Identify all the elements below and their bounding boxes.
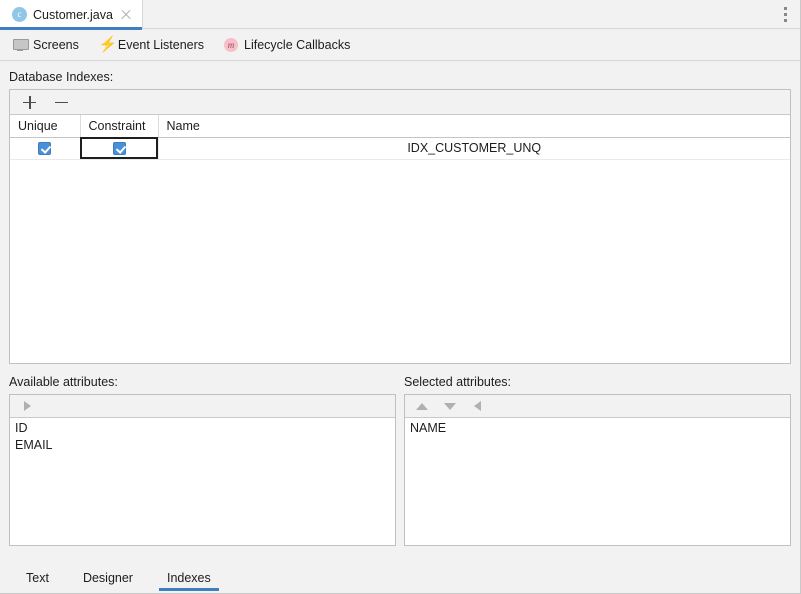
selected-attributes-toolbar bbox=[405, 395, 790, 418]
database-indexes-label: Database Indexes: bbox=[9, 70, 114, 84]
table-row[interactable]: IDX_CUSTOMER_UNQ bbox=[10, 137, 790, 160]
toolbar-item-lifecycle-callbacks-label: Lifecycle Callbacks bbox=[244, 37, 351, 52]
arrow-left-icon[interactable] bbox=[471, 399, 485, 413]
editor-window: c Customer.java Screens ⚡ Event Listener… bbox=[0, 0, 801, 594]
arrow-up-icon[interactable] bbox=[415, 399, 429, 413]
selected-attributes-label: Selected attributes: bbox=[404, 375, 512, 389]
minus-icon[interactable] bbox=[53, 93, 71, 111]
list-item[interactable]: EMAIL bbox=[10, 437, 395, 454]
java-class-icon: c bbox=[12, 7, 27, 22]
available-attributes-column: Available attributes: ID EMAIL bbox=[9, 375, 396, 546]
table-header-row: Unique Constraint Name bbox=[10, 115, 790, 138]
database-indexes-panel: Unique Constraint Name IDX_CUSTOMER_UNQ bbox=[9, 89, 791, 364]
kebab-dot bbox=[783, 18, 787, 22]
indexes-table: Unique Constraint Name IDX_CUSTOMER_UNQ bbox=[10, 115, 790, 160]
column-header-constraint[interactable]: Constraint bbox=[80, 115, 159, 138]
available-attributes-toolbar bbox=[10, 395, 395, 418]
more-options-icon[interactable] bbox=[770, 0, 800, 28]
arrow-down-icon[interactable] bbox=[443, 399, 457, 413]
unique-checkbox[interactable] bbox=[38, 142, 52, 156]
tab-indexes[interactable]: Indexes bbox=[158, 571, 219, 593]
kebab-dot bbox=[783, 12, 787, 16]
list-item[interactable]: ID bbox=[10, 420, 395, 437]
tabstrip-spacer bbox=[143, 0, 770, 28]
editor-tab-customer-java[interactable]: c Customer.java bbox=[0, 0, 143, 30]
table-empty-area[interactable] bbox=[10, 159, 790, 363]
attributes-area: Available attributes: ID EMAIL Selected … bbox=[9, 375, 791, 546]
toolbar-item-screens[interactable]: Screens bbox=[13, 38, 79, 52]
cell-unique[interactable] bbox=[10, 137, 81, 160]
available-attributes-panel: ID EMAIL bbox=[9, 394, 396, 546]
cell-name[interactable]: IDX_CUSTOMER_UNQ bbox=[158, 137, 790, 160]
tab-text[interactable]: Text bbox=[22, 571, 53, 593]
selected-attributes-panel: NAME bbox=[404, 394, 791, 546]
editor-mode-tabs: Text Designer Indexes bbox=[0, 563, 800, 593]
arrow-right-icon[interactable] bbox=[20, 399, 34, 413]
indexes-editor-body: Database Indexes: Unique Constraint Name bbox=[0, 61, 800, 546]
entity-toolbar: Screens ⚡ Event Listeners m Lifecycle Ca… bbox=[0, 29, 800, 61]
column-header-unique[interactable]: Unique bbox=[10, 115, 81, 138]
selected-attributes-column: Selected attributes: NAME bbox=[404, 375, 791, 546]
toolbar-item-screens-label: Screens bbox=[33, 37, 79, 52]
plus-icon[interactable] bbox=[21, 93, 39, 111]
kebab-dot bbox=[783, 6, 787, 10]
list-item[interactable]: NAME bbox=[405, 420, 790, 437]
available-attributes-label: Available attributes: bbox=[9, 375, 118, 389]
cell-constraint[interactable] bbox=[80, 137, 159, 160]
toolbar-item-event-listeners-label: Event Listeners bbox=[117, 37, 205, 52]
tab-designer[interactable]: Designer bbox=[79, 571, 137, 593]
toolbar-item-event-listeners[interactable]: ⚡ Event Listeners bbox=[98, 35, 205, 53]
indexes-toolbar bbox=[10, 90, 790, 115]
close-icon[interactable] bbox=[119, 8, 133, 22]
lightning-bolt-icon: ⚡ bbox=[98, 35, 118, 53]
editor-tab-label: Customer.java bbox=[33, 7, 113, 22]
constraint-checkbox[interactable] bbox=[112, 142, 126, 156]
available-attributes-list[interactable]: ID EMAIL bbox=[10, 418, 395, 545]
column-header-name[interactable]: Name bbox=[158, 115, 790, 138]
method-circle-icon: m bbox=[224, 37, 239, 52]
editor-tabstrip: c Customer.java bbox=[0, 0, 800, 30]
selected-attributes-list[interactable]: NAME bbox=[405, 418, 790, 545]
monitor-icon bbox=[13, 38, 29, 51]
toolbar-item-lifecycle-callbacks[interactable]: m Lifecycle Callbacks bbox=[224, 37, 351, 52]
